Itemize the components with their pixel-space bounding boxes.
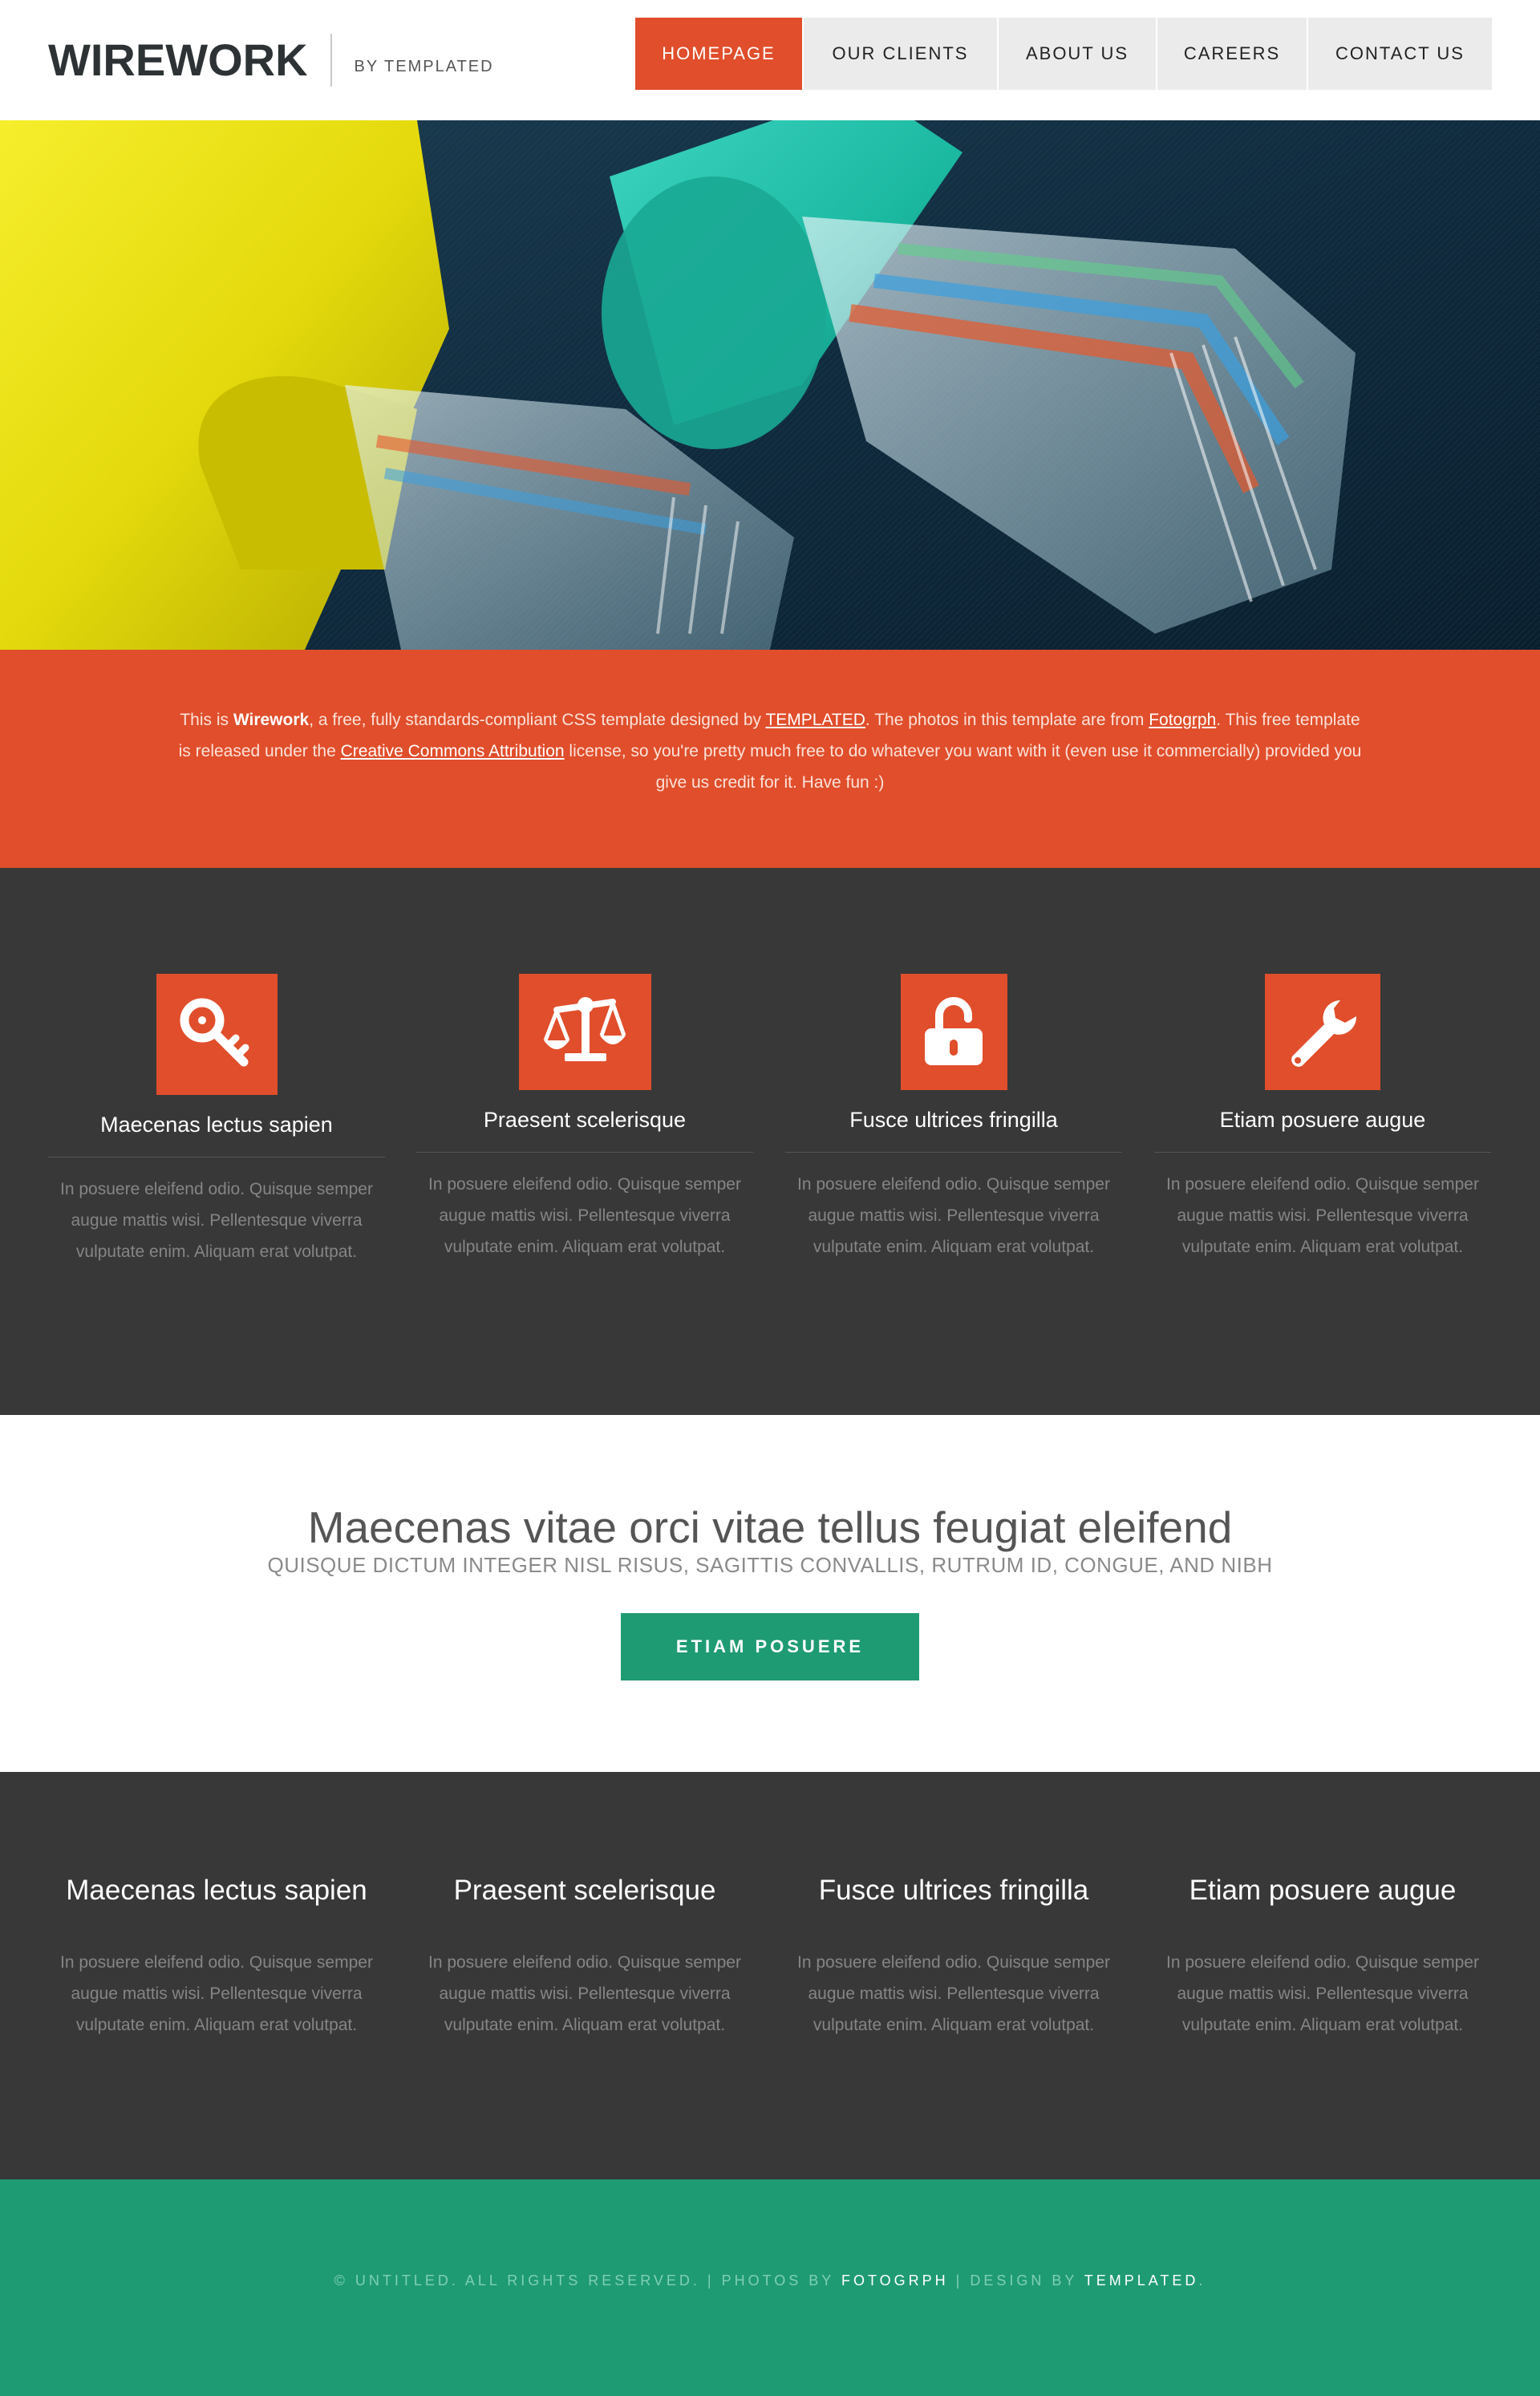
logo-divider xyxy=(330,34,332,87)
fotogrph-link[interactable]: Fotogrph xyxy=(1149,711,1216,729)
column-item: Fusce ultrices fringilla In posuere elei… xyxy=(785,1772,1122,2041)
hero-image xyxy=(0,120,1540,650)
logo-name[interactable]: WIREWORK xyxy=(48,32,308,88)
footer-copyright: © UNTITLED. ALL RIGHTS RESERVED. | PHOTO… xyxy=(334,2272,841,2289)
column-title: Etiam posuere augue xyxy=(1189,1875,1457,1906)
main-nav: HOMEPAGE OUR CLIENTS ABOUT US CAREERS CO… xyxy=(635,18,1492,90)
license-link[interactable]: Creative Commons Attribution xyxy=(341,742,565,760)
columns-section: Maecenas lectus sapien In posuere eleife… xyxy=(0,1772,1540,2179)
column-text: In posuere eleifend odio. Quisque semper… xyxy=(428,1953,741,2034)
feature-item: Maecenas lectus sapien In posuere eleife… xyxy=(48,868,385,1267)
feature-title: Fusce ultrices fringilla xyxy=(785,1108,1122,1153)
feature-item: Fusce ultrices fringilla In posuere elei… xyxy=(785,868,1122,1263)
key-icon xyxy=(156,974,278,1095)
intro-text: . The photos in this template are from xyxy=(865,711,1149,729)
feature-title: Praesent scelerisque xyxy=(416,1108,753,1153)
column-text: In posuere eleifend odio. Quisque semper… xyxy=(1166,1953,1479,2034)
wrench-icon xyxy=(1265,974,1380,1090)
column-text: In posuere eleifend odio. Quisque semper… xyxy=(60,1953,373,2034)
feature-title: Maecenas lectus sapien xyxy=(48,1113,385,1157)
intro-text: , a free, fully standards-compliant CSS … xyxy=(309,711,766,729)
column-title: Fusce ultrices fringilla xyxy=(818,1875,1089,1906)
hero-banner xyxy=(0,120,1540,650)
nav-homepage[interactable]: HOMEPAGE xyxy=(635,18,802,90)
features-section: Maecenas lectus sapien In posuere eleife… xyxy=(0,868,1540,1415)
footer-end: . xyxy=(1198,2272,1206,2289)
feature-text: In posuere eleifend odio. Quisque semper… xyxy=(428,1175,741,1256)
feature-text: In posuere eleifend odio. Quisque semper… xyxy=(60,1180,373,1261)
cta-section: Maecenas vitae orci vitae tellus feugiat… xyxy=(0,1415,1540,1772)
cta-button[interactable]: ETIAM POSUERE xyxy=(621,1613,919,1680)
templated-link[interactable]: TEMPLATED xyxy=(765,711,865,729)
logo-tagline: BY TEMPLATED xyxy=(354,57,494,75)
nav-contact-us[interactable]: CONTACT US xyxy=(1308,18,1492,90)
column-item: Maecenas lectus sapien In posuere eleife… xyxy=(48,1772,385,2041)
feature-title: Etiam posuere augue xyxy=(1154,1108,1491,1153)
column-text: In posuere eleifend odio. Quisque semper… xyxy=(797,1953,1110,2034)
nav-our-clients[interactable]: OUR CLIENTS xyxy=(804,18,997,90)
footer-photos-link[interactable]: FOTOGRPH xyxy=(841,2272,949,2289)
column-item: Praesent scelerisque In posuere eleifend… xyxy=(416,1772,753,2041)
footer-design-link[interactable]: TEMPLATED xyxy=(1084,2272,1199,2289)
feature-item: Praesent scelerisque In posuere eleifend… xyxy=(416,868,753,1263)
feature-text: In posuere eleifend odio. Quisque semper… xyxy=(797,1175,1110,1256)
intro-text: license, so you're pretty much free to d… xyxy=(564,742,1362,792)
intro-banner: This is Wirework, a free, fully standard… xyxy=(0,650,1540,868)
feature-item: Etiam posuere augue In posuere eleifend … xyxy=(1154,868,1491,1263)
cta-title: Maecenas vitae orci vitae tellus feugiat… xyxy=(307,1502,1233,1552)
intro-brand: Wirework xyxy=(233,711,310,729)
nav-about-us[interactable]: ABOUT US xyxy=(999,18,1156,90)
logo[interactable]: WIREWORK BY TEMPLATED xyxy=(48,32,494,88)
site-footer: © UNTITLED. ALL RIGHTS RESERVED. | PHOTO… xyxy=(0,2179,1540,2396)
intro-text: This is xyxy=(180,711,233,729)
unlock-icon xyxy=(900,974,1007,1090)
site-header: WIREWORK BY TEMPLATED HOMEPAGE OUR CLIEN… xyxy=(0,0,1540,120)
cta-subtitle: QUISQUE DICTUM INTEGER NISL RISUS, SAGIT… xyxy=(267,1553,1273,1577)
column-title: Praesent scelerisque xyxy=(453,1875,716,1906)
column-title: Maecenas lectus sapien xyxy=(66,1875,367,1906)
column-item: Etiam posuere augue In posuere eleifend … xyxy=(1154,1772,1491,2041)
feature-text: In posuere eleifend odio. Quisque semper… xyxy=(1166,1175,1479,1256)
footer-separator: | DESIGN BY xyxy=(948,2272,1084,2289)
nav-careers[interactable]: CAREERS xyxy=(1157,18,1307,90)
scale-icon xyxy=(518,974,651,1090)
